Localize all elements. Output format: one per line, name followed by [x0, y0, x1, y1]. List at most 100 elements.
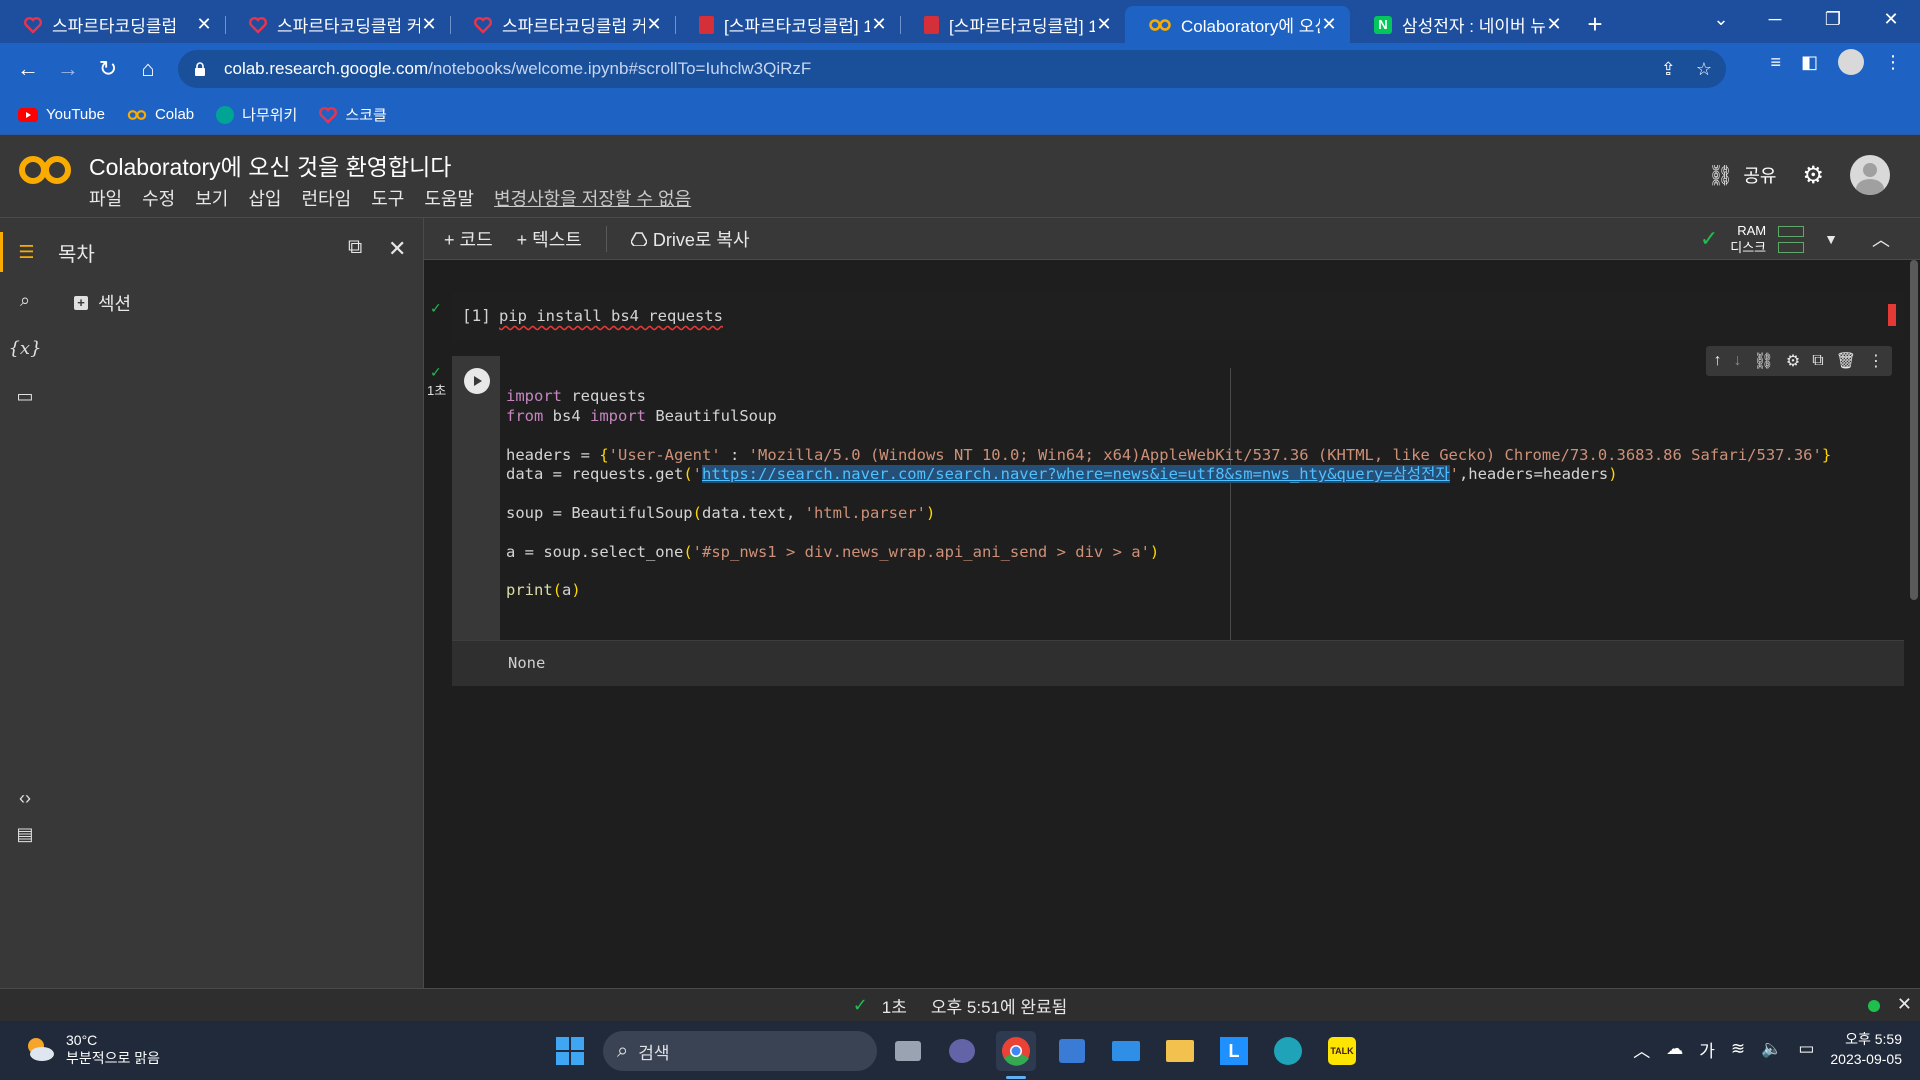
toc-list-icon[interactable]: ☰	[0, 232, 50, 272]
browser-tab[interactable]: N 삼성전자 : 네이버 뉴 ✕	[1350, 6, 1575, 43]
code-url-link[interactable]: https://search.naver.com/search.naver?wh…	[702, 465, 1450, 484]
account-avatar[interactable]	[1850, 155, 1890, 195]
copy-to-drive-button[interactable]: Drive로 복사	[630, 226, 750, 252]
settings-gear-icon[interactable]: ⚙	[1802, 161, 1824, 190]
new-tab-button[interactable]: +	[1575, 6, 1615, 43]
volume-icon[interactable]: 🔈	[1761, 1039, 1782, 1059]
terminal-icon[interactable]: ▤	[0, 814, 50, 854]
teams-chat-icon[interactable]	[942, 1031, 982, 1071]
restore-button[interactable]: ❐	[1804, 0, 1862, 38]
close-tab-icon[interactable]: ✕	[195, 14, 213, 35]
browser-tab[interactable]: [스파르타코딩클럽] 1 ✕	[900, 6, 1125, 43]
add-text-button[interactable]: + 텍스트	[517, 226, 582, 252]
close-tab-icon[interactable]: ✕	[645, 14, 663, 35]
bookmark-sparta[interactable]: 스코클	[319, 104, 387, 125]
taskbar-search[interactable]: ⌕ 검색	[603, 1031, 877, 1071]
close-tab-icon[interactable]: ✕	[420, 14, 438, 35]
move-down-icon[interactable]: ↓	[1734, 352, 1742, 370]
microsoft-store-icon[interactable]	[1052, 1031, 1092, 1071]
bookmark-youtube[interactable]: YouTube	[18, 106, 105, 123]
menu-file[interactable]: 파일	[89, 185, 122, 211]
run-cell-button[interactable]	[464, 368, 490, 394]
taskbar-search-label: 검색	[638, 1043, 670, 1063]
colab-logo[interactable]	[18, 153, 72, 187]
link-icon[interactable]: ⛓	[1754, 351, 1774, 371]
kebab-menu-icon[interactable]: ⋮	[1884, 52, 1902, 73]
menu-view[interactable]: 보기	[195, 185, 228, 211]
home-icon[interactable]: ⌂	[128, 49, 168, 89]
menu-edit[interactable]: 수정	[142, 185, 175, 211]
code-cell-focused[interactable]: import requests from bs4 import Beautifu…	[452, 346, 1904, 686]
bookmark-colab[interactable]: Colab	[127, 106, 194, 123]
chrome-icon[interactable]	[996, 1031, 1036, 1071]
ime-indicator[interactable]: 가	[1699, 1037, 1715, 1062]
menu-tools[interactable]: 도구	[371, 185, 404, 211]
tab-search-chevron-icon[interactable]: ⌄	[1692, 0, 1750, 38]
variables-icon[interactable]: {x}	[0, 328, 50, 368]
folder-icon[interactable]: ▭	[0, 376, 50, 416]
bookmark-star-icon[interactable]: ☆	[1696, 59, 1712, 80]
url-field[interactable]: colab.research.google.com/notebooks/welc…	[178, 50, 1726, 88]
battery-icon[interactable]: ▭	[1798, 1039, 1814, 1059]
notebook-title[interactable]: Colaboratory에 오신 것을 환영합니다	[89, 148, 451, 182]
reload-icon[interactable]: ↻	[88, 49, 128, 89]
task-view-icon[interactable]	[888, 1031, 928, 1071]
expand-plus-icon[interactable]: +	[74, 296, 88, 310]
menu-insert[interactable]: 삽입	[248, 185, 281, 211]
cell-settings-icon[interactable]: ⚙	[1786, 351, 1800, 371]
vertical-scrollbar[interactable]	[1908, 260, 1920, 820]
open-in-tab-icon[interactable]: ⧉	[348, 236, 362, 259]
close-panel-icon[interactable]: ✕	[388, 236, 406, 262]
drive-icon	[630, 231, 647, 246]
kakaotalk-icon[interactable]: TALK	[1322, 1031, 1362, 1071]
sparta-heart-icon	[24, 16, 42, 34]
browser-tab[interactable]: 스파르타코딩클럽 커 ✕	[225, 6, 450, 43]
side-panel-icon[interactable]: ◧	[1801, 52, 1818, 73]
taskbar-clock[interactable]: 오후 5:59 2023-09-05	[1830, 1029, 1902, 1069]
close-tab-icon[interactable]: ✕	[1095, 14, 1113, 35]
close-window-button[interactable]: ✕	[1862, 0, 1920, 38]
menu-help[interactable]: 도움말	[424, 185, 474, 211]
mail-icon[interactable]	[1106, 1031, 1146, 1071]
close-tab-icon[interactable]: ✕	[1320, 14, 1338, 35]
code-editor[interactable]: import requests from bs4 import Beautifu…	[500, 356, 1904, 640]
file-explorer-icon[interactable]	[1160, 1031, 1200, 1071]
back-icon[interactable]: ←	[8, 49, 48, 89]
close-status-icon[interactable]: ✕	[1897, 994, 1912, 1015]
forward-icon[interactable]: →	[48, 49, 88, 89]
bookmark-namuwiki[interactable]: 나무위키	[216, 104, 297, 125]
windows-start-icon[interactable]	[550, 1031, 590, 1071]
line-app-icon[interactable]: L	[1214, 1031, 1254, 1071]
tray-overflow-chevron-icon[interactable]: ︿	[1633, 1037, 1650, 1062]
unsaved-changes-link[interactable]: 변경사항을 저장할 수 없음	[494, 185, 691, 211]
profile-avatar[interactable]	[1838, 49, 1864, 75]
browser-tab-active[interactable]: Colaboratory에 오신 ✕	[1125, 6, 1350, 43]
mirror-cell-icon[interactable]: ⧉	[1812, 352, 1823, 370]
move-up-icon[interactable]: ↑	[1714, 352, 1722, 370]
close-tab-icon[interactable]: ✕	[870, 14, 888, 35]
edge-icon[interactable]	[1268, 1031, 1308, 1071]
browser-tab[interactable]: 스파르타코딩클럽 ✕	[0, 6, 225, 43]
close-tab-icon[interactable]: ✕	[1545, 14, 1563, 35]
menu-runtime[interactable]: 런타임	[302, 185, 352, 211]
code-cell[interactable]: [1] pip install bs4 requests	[452, 292, 1904, 342]
scrollbar-thumb[interactable]	[1910, 260, 1918, 600]
browser-tab[interactable]: 스파르타코딩클럽 커 ✕	[450, 6, 675, 43]
wifi-icon[interactable]: ≋	[1731, 1039, 1745, 1059]
code-snippets-icon[interactable]: ‹›	[0, 778, 50, 818]
add-code-button[interactable]: + 코드	[444, 226, 493, 252]
delete-trash-icon[interactable]: 🗑	[1836, 351, 1856, 371]
more-options-icon[interactable]: ⋮	[1868, 351, 1884, 371]
minimize-button[interactable]: ─	[1746, 0, 1804, 38]
onedrive-cloud-icon[interactable]: ☁	[1666, 1039, 1683, 1059]
weather-widget[interactable]: 30°C 부분적으로 맑음	[22, 1031, 160, 1067]
toc-section-item[interactable]: + 섹션	[74, 290, 131, 316]
media-queue-icon[interactable]: ≡	[1770, 52, 1781, 73]
share-page-icon[interactable]: ⇪	[1661, 59, 1676, 80]
collapse-chevron-icon[interactable]: ︿	[1872, 226, 1890, 252]
share-button[interactable]: ⛓ 공유	[1708, 162, 1777, 188]
resource-indicator[interactable]: ✓ RAM 디스크 ▼ ︿	[1700, 218, 1890, 260]
dropdown-chevron-icon[interactable]: ▼	[1824, 231, 1838, 247]
browser-tab[interactable]: [스파르타코딩클럽] 1 ✕	[675, 6, 900, 43]
search-icon[interactable]: ⌕	[0, 280, 50, 320]
